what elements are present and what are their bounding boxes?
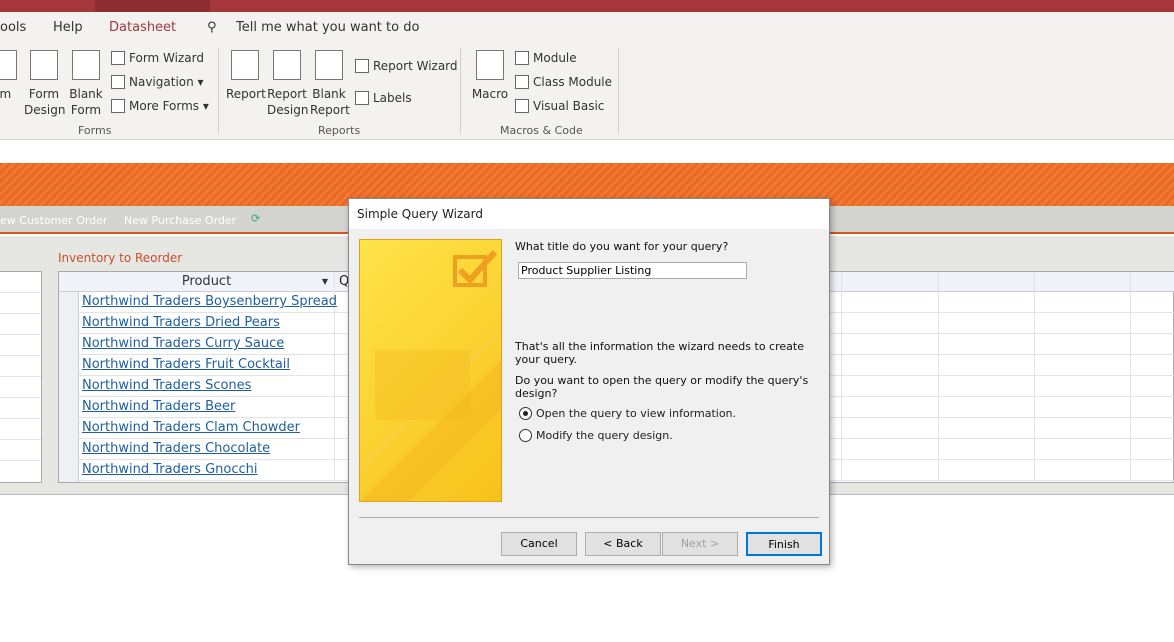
report-wizard-label: Report Wizard (373, 59, 458, 73)
blank-form-button[interactable]: Blank Form (68, 50, 104, 118)
dialog-title: Simple Query Wizard (349, 199, 829, 229)
labels-icon (355, 91, 369, 105)
divider (460, 48, 461, 134)
search-icon: ⚲ (207, 20, 217, 35)
blank-form-icon (72, 50, 100, 80)
left-subform (0, 271, 42, 483)
product-link[interactable]: Northwind Traders Chocolate (82, 441, 270, 456)
title-question-label: What title do you want for your query? (515, 240, 729, 253)
form-design-label: Form Design (24, 87, 66, 117)
more-forms-button[interactable]: More Forms ▾ (111, 99, 209, 113)
column-header-product[interactable]: Product ▼ (79, 272, 334, 292)
product-link[interactable]: Northwind Traders Boysenberry Spread (82, 294, 337, 309)
module-button[interactable]: Module (515, 51, 577, 65)
open-query-radio[interactable]: Open the query to view information. (519, 407, 736, 420)
report-design-icon (273, 50, 301, 80)
divider (218, 48, 219, 134)
query-title-input[interactable] (518, 262, 747, 279)
form-design-icon (30, 50, 58, 80)
form-button[interactable]: rm (0, 50, 18, 102)
form-icon (0, 50, 17, 80)
form-label: rm (0, 87, 12, 101)
blank-form-label: Blank Form (69, 87, 103, 117)
report-button[interactable]: Report (226, 50, 266, 102)
group-label-reports: Reports (318, 124, 361, 137)
dropdown-arrow-icon[interactable]: ▼ (322, 272, 328, 292)
class-module-icon (515, 75, 529, 89)
class-module-label: Class Module (533, 75, 613, 89)
class-module-button[interactable]: Class Module (515, 75, 612, 89)
group-label-forms: Forms (78, 124, 112, 137)
module-label: Module (533, 51, 577, 65)
product-link[interactable]: Northwind Traders Gnocchi (82, 462, 257, 477)
blank-report-icon (315, 50, 343, 80)
visual-basic-button[interactable]: Visual Basic (515, 99, 604, 113)
navigation-button[interactable]: Navigation ▾ (111, 75, 204, 89)
record-selector[interactable] (59, 292, 79, 482)
macro-label: Macro (471, 87, 509, 101)
ribbon-tabs: ools Help Datasheet ⚲ Tell me what you w… (0, 12, 1174, 46)
divider (618, 48, 619, 134)
macro-button[interactable]: Macro (470, 50, 510, 102)
simple-query-wizard-dialog: Simple Query Wizard What title do you wa… (348, 198, 830, 565)
product-link[interactable]: Northwind Traders Curry Sauce (82, 336, 284, 351)
labels-button[interactable]: Labels (355, 91, 412, 105)
report-wizard-button[interactable]: Report Wizard (355, 59, 458, 73)
wizard-illustration (358, 239, 503, 502)
navigation-label: Navigation ▾ (129, 75, 204, 89)
module-icon (515, 51, 529, 65)
tab-tools[interactable]: ools (0, 20, 26, 35)
cancel-button[interactable]: Cancel (501, 532, 577, 556)
form-design-button[interactable]: Form Design (24, 50, 66, 118)
divider (359, 517, 819, 518)
new-customer-order-link[interactable]: ew Customer Order (0, 214, 107, 227)
open-or-modify-question: Do you want to open the query or modify … (515, 374, 809, 400)
datasheet-context-tab-marker (95, 0, 210, 12)
ribbon: rm Form Design Blank Form Form Wizard Na… (0, 46, 1174, 140)
report-wizard-icon (355, 59, 369, 73)
blank-report-button[interactable]: Blank Report (310, 50, 350, 118)
new-purchase-order-link[interactable]: New Purchase Order (124, 214, 236, 227)
product-link[interactable]: Northwind Traders Dried Pears (82, 315, 280, 330)
tab-help[interactable]: Help (53, 20, 83, 35)
product-link[interactable]: Northwind Traders Fruit Cocktail (82, 357, 290, 372)
back-button[interactable]: < Back (585, 532, 661, 556)
report-design-label: Report Design (267, 87, 309, 117)
radio-unselected-icon (519, 429, 532, 442)
refresh-icon[interactable]: ⟳ (251, 212, 260, 225)
inventory-label: Inventory to Reorder (58, 251, 183, 265)
tell-me-search[interactable]: Tell me what you want to do (236, 20, 419, 35)
info-text: That's all the information the wizard ne… (515, 340, 804, 366)
radio-selected-icon (519, 407, 532, 420)
product-link[interactable]: Northwind Traders Clam Chowder (82, 420, 300, 435)
visual-basic-label: Visual Basic (533, 99, 605, 113)
form-wizard-icon (111, 51, 125, 65)
labels-label: Labels (373, 91, 412, 105)
product-link[interactable]: Northwind Traders Scones (82, 378, 251, 393)
product-header-label: Product (181, 274, 232, 289)
form-wizard-button[interactable]: Form Wizard (111, 51, 204, 65)
macro-icon (476, 50, 504, 80)
more-forms-label: More Forms ▾ (129, 99, 209, 113)
modify-design-label: Modify the query design. (536, 429, 673, 442)
open-query-label: Open the query to view information. (536, 407, 737, 420)
visual-basic-icon (515, 99, 529, 113)
navigation-icon (111, 75, 125, 89)
tab-datasheet[interactable]: Datasheet (109, 20, 176, 35)
report-design-button[interactable]: Report Design (267, 50, 309, 118)
next-button[interactable]: Next > (662, 532, 738, 556)
group-label-macros: Macros & Code (500, 124, 583, 137)
blank-report-label: Blank Report (310, 87, 350, 117)
more-forms-icon (111, 99, 125, 113)
product-link[interactable]: Northwind Traders Beer (82, 399, 235, 414)
report-label: Report (226, 87, 266, 101)
modify-design-radio[interactable]: Modify the query design. (519, 429, 673, 442)
report-icon (231, 50, 259, 80)
checkmark-illustration-icon (358, 250, 503, 501)
finish-button[interactable]: Finish (746, 532, 822, 556)
form-wizard-label: Form Wizard (129, 51, 204, 65)
title-bar (0, 0, 1174, 12)
